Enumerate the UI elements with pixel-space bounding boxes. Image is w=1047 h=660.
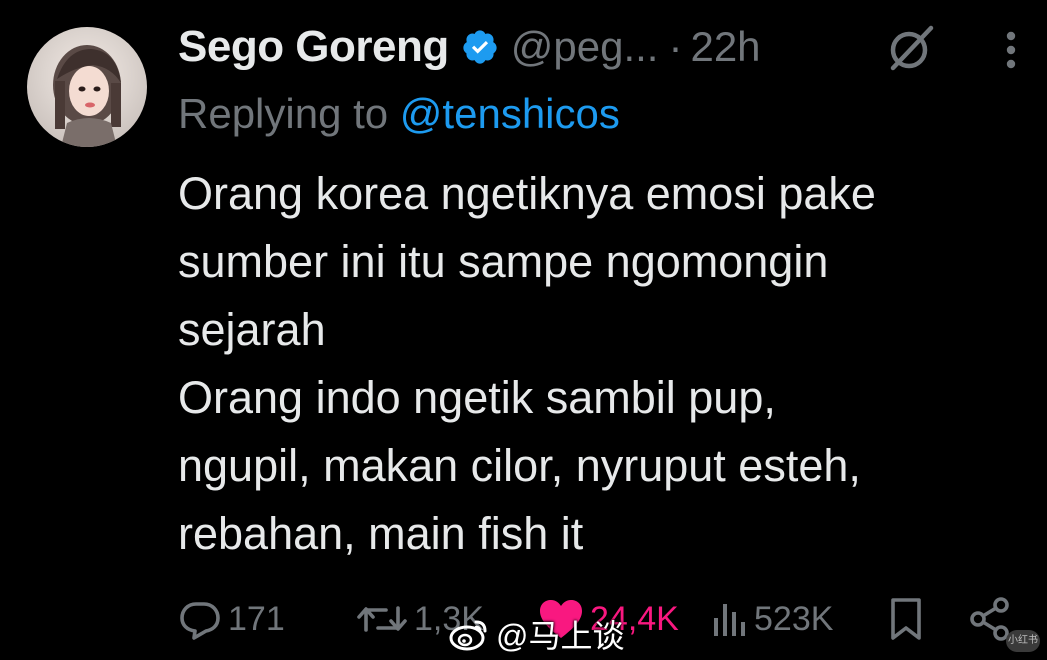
more-vertical-icon[interactable] bbox=[995, 26, 1027, 74]
tweet-text-line: sumber ini itu sampe ngomongin bbox=[178, 236, 829, 287]
tweet-text-line: rebahan, main fish it bbox=[178, 508, 584, 559]
repost-icon bbox=[357, 606, 407, 632]
time-separator: · bbox=[668, 23, 683, 70]
replying-to: Replying to @tenshicos bbox=[178, 90, 620, 138]
replying-to-mention[interactable]: @tenshicos bbox=[400, 90, 620, 137]
tweet-header: Sego Goreng @peg... · 22h bbox=[178, 18, 761, 76]
watermark-text: @马上谈 bbox=[496, 618, 625, 654]
replying-to-label: Replying to bbox=[178, 90, 389, 137]
tweet-text-line: sejarah bbox=[178, 304, 326, 355]
author-display-name[interactable]: Sego Goreng bbox=[178, 22, 449, 72]
tweet-text: Orang korea ngetiknya emosi pake sumber … bbox=[178, 160, 1028, 568]
bookmark-icon bbox=[891, 598, 921, 640]
views-chart-icon bbox=[714, 604, 745, 636]
reply-count: 171 bbox=[228, 599, 285, 638]
share-icon bbox=[970, 597, 1009, 641]
reply-button[interactable]: 171 bbox=[178, 590, 285, 648]
views-button[interactable]: 523K bbox=[710, 590, 833, 648]
corner-badge: 小红书 bbox=[1006, 630, 1040, 652]
reply-icon bbox=[180, 602, 220, 640]
tweet-text-line: Orang indo ngetik sambil pup, bbox=[178, 372, 776, 423]
grok-icon[interactable] bbox=[885, 22, 937, 74]
avatar[interactable] bbox=[27, 27, 147, 147]
weibo-watermark: @马上谈 bbox=[448, 612, 625, 656]
verified-badge-icon bbox=[461, 28, 499, 66]
tweet-timestamp[interactable]: 22h bbox=[690, 23, 760, 71]
tweet-text-line: Orang korea ngetiknya emosi pake bbox=[178, 168, 876, 219]
bookmark-button[interactable] bbox=[888, 590, 924, 648]
weibo-icon bbox=[449, 620, 487, 651]
views-count: 523K bbox=[754, 599, 834, 638]
tweet-card[interactable]: Sego Goreng @peg... · 22h Replying to @t… bbox=[0, 0, 1047, 660]
author-handle[interactable]: @peg... bbox=[511, 23, 659, 71]
tweet-text-line: ngupil, makan cilor, nyruput esteh, bbox=[178, 440, 861, 491]
